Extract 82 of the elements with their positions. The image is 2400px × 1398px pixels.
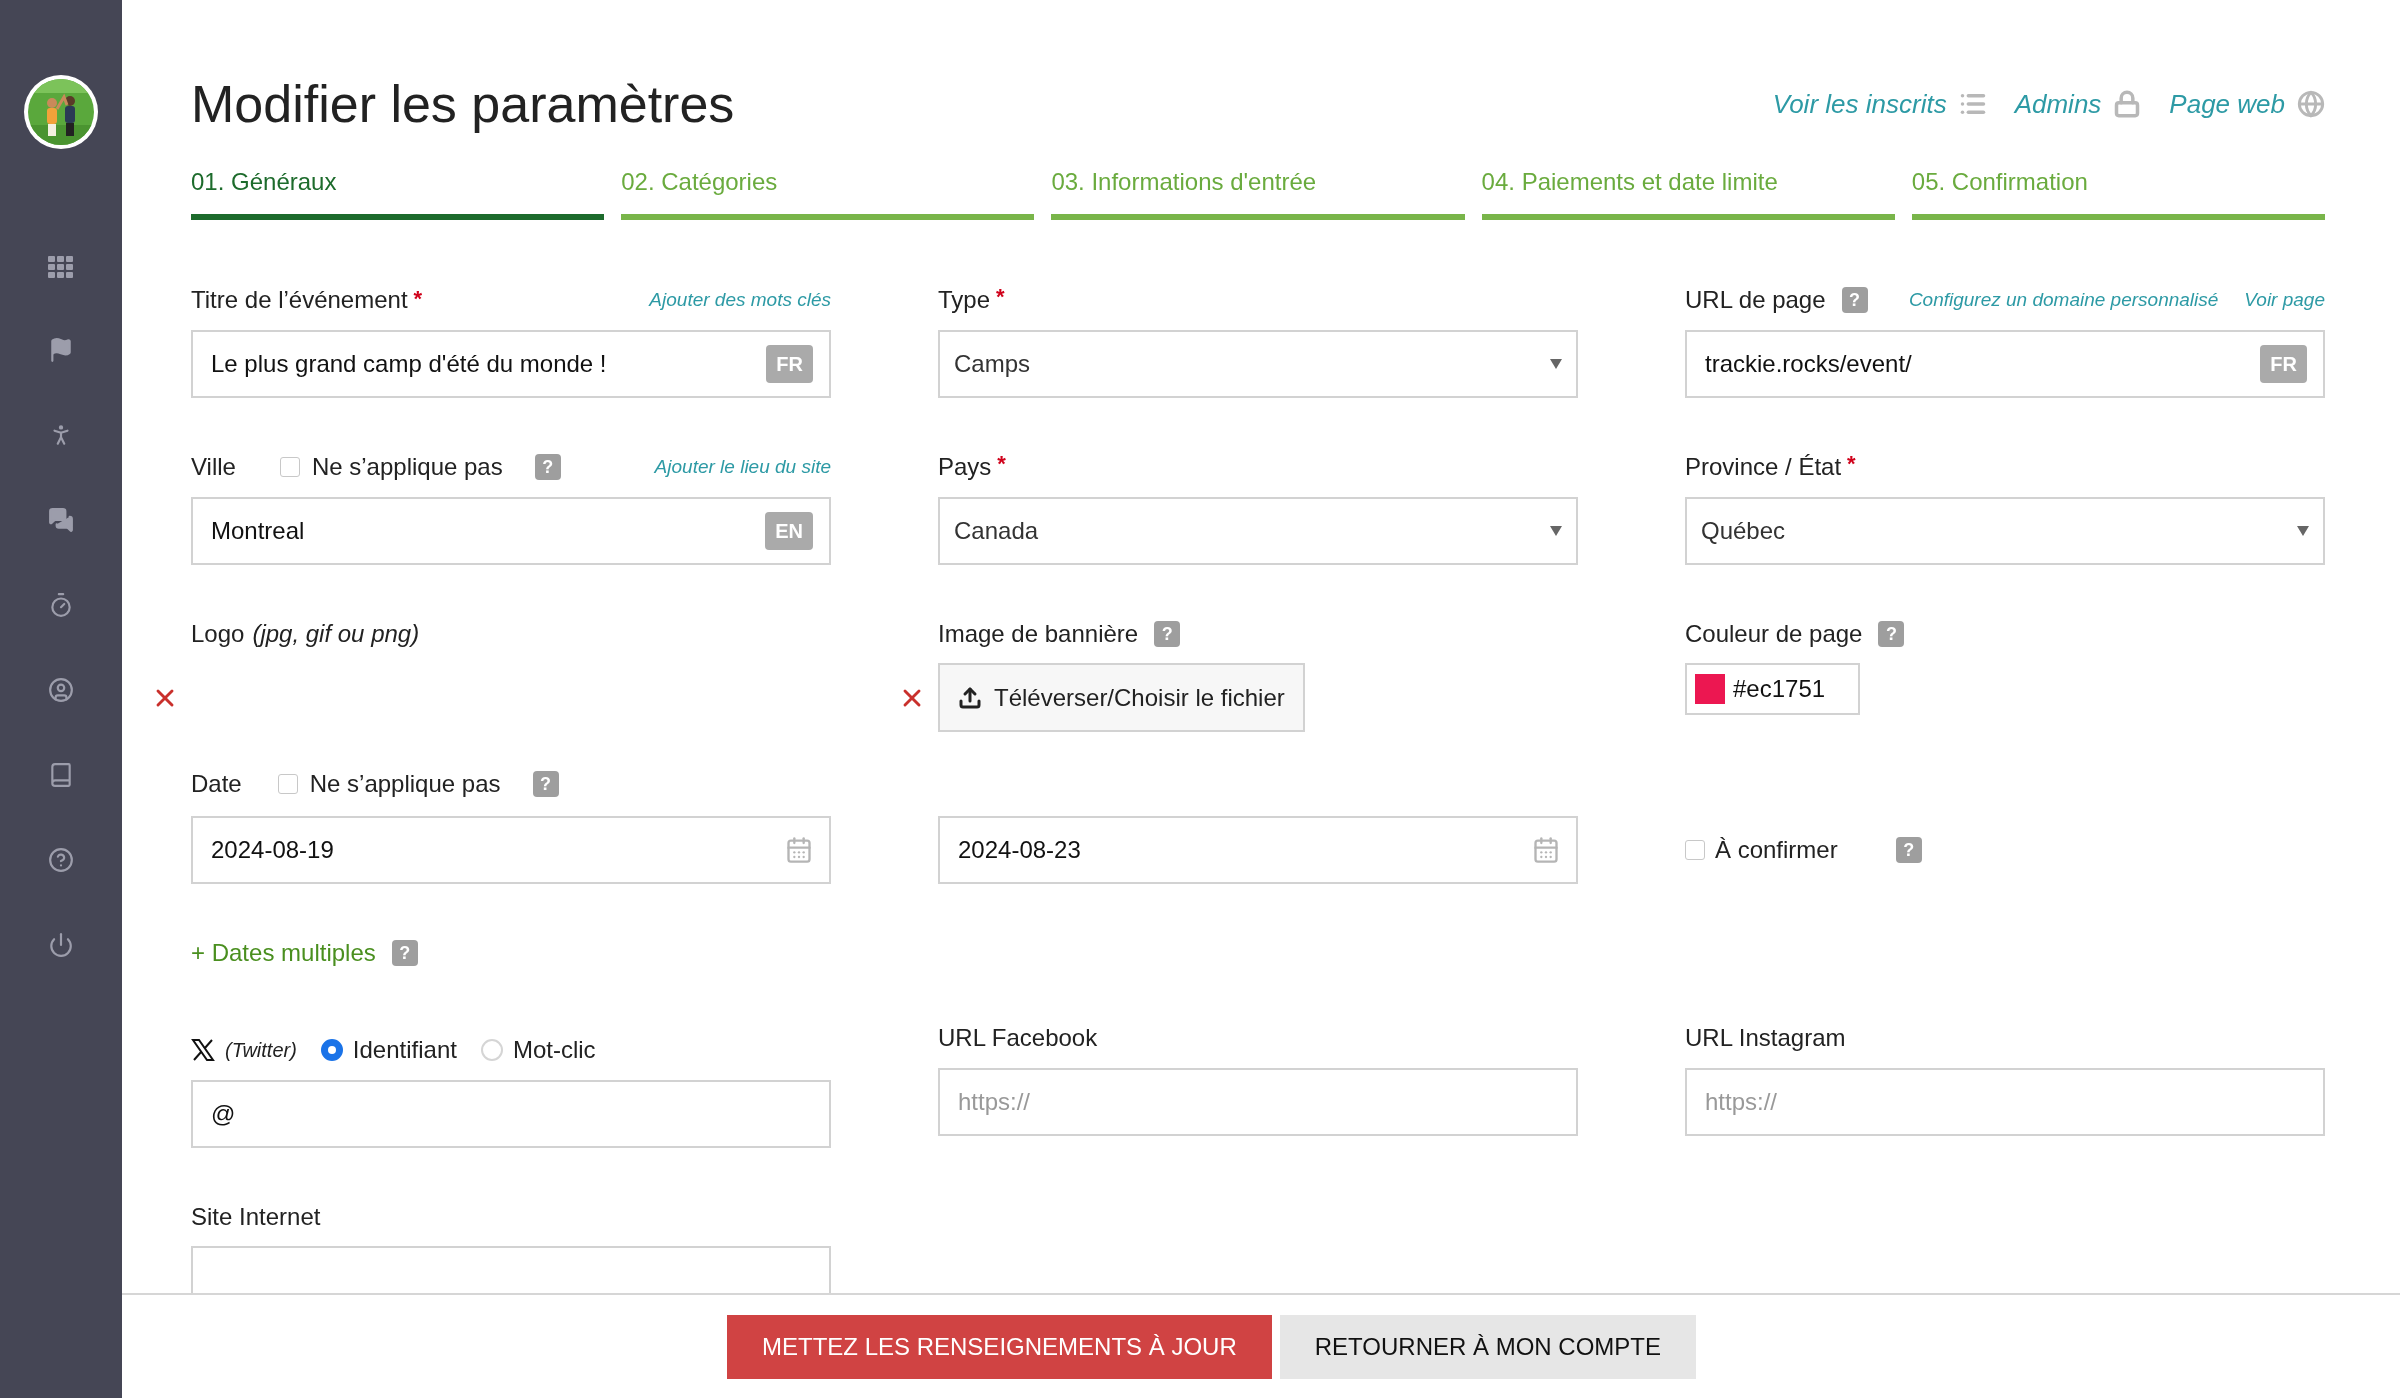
multiple-dates-link[interactable]: + Dates multiples	[191, 935, 376, 971]
field-link[interactable]: Configurez un domaine personnalisé	[1908, 285, 2219, 315]
color-field[interactable]: #ec1751	[1685, 663, 1860, 715]
field-label: Type	[938, 285, 991, 315]
country-select[interactable]: Canada	[938, 497, 1578, 565]
field-label: Province / État	[1685, 452, 1842, 482]
flag-icon[interactable]	[48, 337, 74, 363]
checkbox[interactable]	[277, 774, 298, 794]
power-icon[interactable]	[48, 932, 74, 958]
field-label: URL de page	[1685, 285, 1826, 315]
field-label: Ville	[191, 452, 236, 482]
apps-grid-icon[interactable]	[48, 256, 74, 278]
field-label: Image de bannière	[938, 619, 1139, 649]
field-label: Ne s’applique pas	[311, 452, 503, 482]
field-label: À confirmer	[1715, 835, 1838, 865]
date-field[interactable]: 2024-08-23	[938, 816, 1578, 884]
field-label: Couleur de page	[1685, 619, 1863, 649]
book-icon[interactable]	[48, 762, 74, 788]
caret-icon	[2297, 526, 2309, 536]
field-link[interactable]: Ajouter des mots clés	[649, 285, 831, 315]
required-mark: *	[413, 285, 423, 313]
type-select[interactable]: Camps	[938, 330, 1578, 398]
globe-icon	[2297, 90, 2325, 118]
user-icon[interactable]	[48, 677, 74, 703]
help-badge[interactable]: ?	[1841, 287, 1868, 313]
help-badge[interactable]: ?	[534, 454, 561, 480]
language-badge[interactable]: FR	[766, 345, 813, 383]
field-label: Pays	[938, 452, 992, 482]
field-label: Logo	[191, 619, 245, 649]
field-hint: (Twitter)	[225, 1038, 297, 1063]
field-label: Ne s’applique pas	[309, 769, 501, 799]
required-mark: *	[996, 283, 1005, 311]
header-link[interactable]: Page web	[2169, 84, 2285, 124]
field-link[interactable]: Ajouter le lieu du site	[654, 452, 831, 482]
calendar-icon[interactable]	[1532, 836, 1560, 864]
field-link[interactable]: Voir page	[2244, 285, 2325, 315]
timer-icon[interactable]	[48, 592, 74, 618]
caret-icon	[1550, 359, 1562, 369]
required-mark: *	[1847, 450, 1856, 478]
upload-button[interactable]: Téléverser/Choisir le fichier	[938, 663, 1305, 732]
province-select[interactable]: Québec	[1685, 497, 2325, 565]
twitter-field[interactable]: @	[191, 1080, 831, 1148]
header-link[interactable]: Voir les inscrits	[1772, 84, 1947, 124]
language-badge[interactable]: FR	[2260, 345, 2307, 383]
checkbox[interactable]	[1685, 840, 1705, 860]
field-label: Date	[191, 769, 242, 799]
step-tab[interactable]: 05. Confirmation	[1911, 164, 2325, 220]
facebook-field[interactable]: https://	[938, 1068, 1578, 1136]
upload-icon	[958, 685, 982, 710]
step-tab[interactable]: 03. Informations d'entrée	[1051, 164, 1465, 220]
header-link[interactable]: Admins	[2014, 84, 2102, 124]
help-badge[interactable]: ?	[1154, 621, 1181, 647]
help-badge[interactable]: ?	[532, 771, 559, 797]
field-label: Mot-clic	[512, 1035, 596, 1065]
help-badge[interactable]: ?	[391, 940, 418, 966]
radio-button[interactable]	[320, 1039, 343, 1061]
field-label: Titre de l’événement	[191, 285, 408, 315]
required-mark: *	[997, 450, 1006, 478]
help-badge[interactable]: ?	[1895, 837, 1922, 863]
field-label: Site Internet	[191, 1202, 321, 1232]
step-tab[interactable]: 02. Catégories	[621, 164, 1035, 220]
return-button[interactable]: RETOURNER À MON COMPTE	[1279, 1314, 1696, 1379]
date-field[interactable]: 2024-08-19	[191, 816, 831, 884]
calendar-icon[interactable]	[785, 836, 813, 864]
chat-icon[interactable]	[48, 507, 74, 533]
checkbox[interactable]	[279, 457, 300, 477]
page-title: Modifier les paramètres	[191, 74, 735, 135]
help-badge[interactable]: ?	[1878, 621, 1905, 647]
field-hint: (jpg, gif ou png)	[252, 619, 420, 649]
caret-icon	[1550, 526, 1562, 536]
instagram-field[interactable]: https://	[1685, 1068, 2325, 1136]
x-logo-icon	[191, 1038, 215, 1062]
lock-icon	[2113, 90, 2142, 118]
language-badge[interactable]: EN	[765, 512, 813, 550]
step-tab[interactable]: 04. Paiements et date limite	[1481, 164, 1895, 220]
color-value: #ec1751	[1733, 674, 1826, 704]
update-button[interactable]: METTEZ LES RENSEIGNEMENTS À JOUR	[727, 1314, 1272, 1379]
step-tab[interactable]: 01. Généraux	[191, 164, 605, 220]
field-label: URL Instagram	[1685, 1023, 1846, 1053]
field-label: Identifiant	[352, 1035, 457, 1065]
help-icon[interactable]	[48, 847, 74, 873]
field-label: URL Facebook	[938, 1023, 1098, 1053]
